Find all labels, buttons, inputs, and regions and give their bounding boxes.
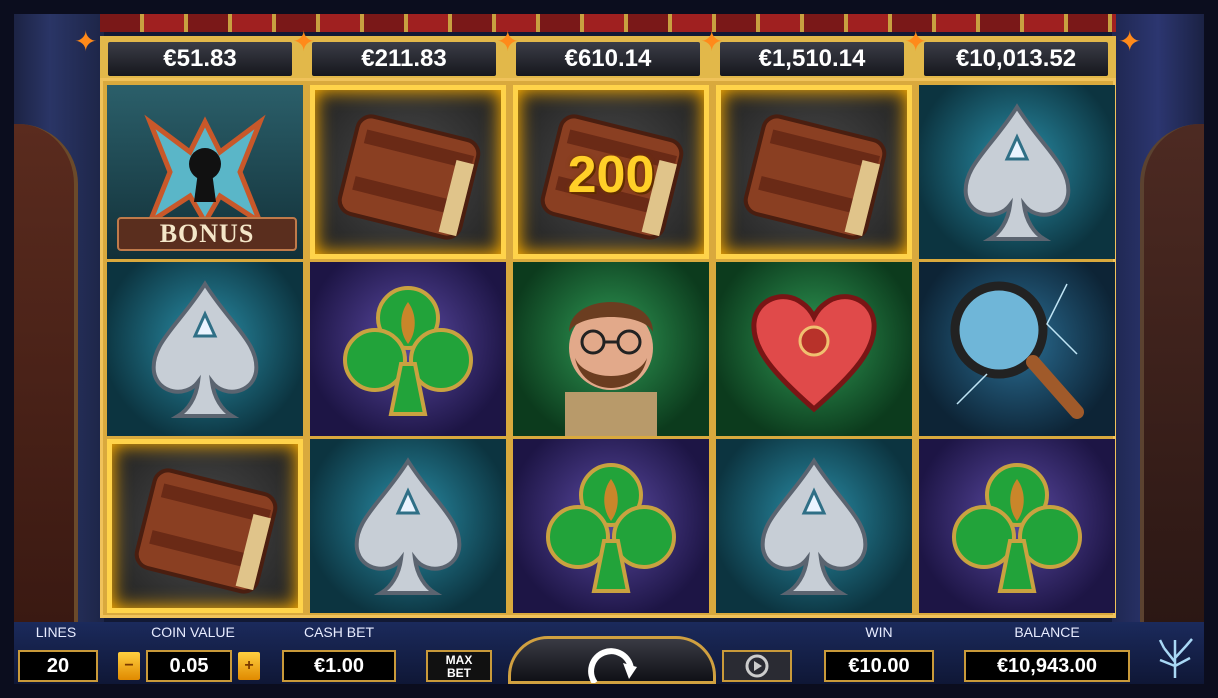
book-symbol-icon [716,85,912,259]
lines-value[interactable]: 20 [18,650,98,682]
coin-value-label: COIN VALUE [151,624,235,640]
background-right-door [1112,14,1204,624]
spade-symbol-icon [107,262,303,436]
reel-cell-2-3 [310,439,506,613]
book-symbol-icon [310,85,506,259]
reel-cell-1-1: BONUS [107,85,303,259]
club-symbol-icon [919,439,1115,613]
coin-decrease-button[interactable]: − [118,652,140,680]
cash-bet-value: €1.00 [282,650,396,682]
control-bar: LINES 20 COIN VALUE − 0.05 + CASH BET €1… [14,622,1204,684]
top-decor-band [100,14,1116,32]
bonus-label: BONUS [117,217,297,251]
autoplay-icon [745,654,769,678]
magnifier-symbol-icon [919,262,1115,436]
heart-symbol-icon [716,262,912,436]
reel-cell-1-3 [107,439,303,613]
progressive-prize-row: €51.83 €211.83 €610.14 €1,510.14 €10,013… [100,36,1116,82]
reel-cell-2-1 [310,85,506,259]
reel-cell-4-3 [716,439,912,613]
balance-label: BALANCE [1014,624,1080,640]
reel-grid: BONUS 200 [100,78,1116,618]
book-symbol-icon [107,439,303,613]
spade-symbol-icon [310,439,506,613]
background-left-door [14,14,104,624]
reel-cell-3-3 [513,439,709,613]
reel-cell-4-2 [716,262,912,436]
win-value: €10.00 [824,650,934,682]
max-bet-button[interactable]: MAX BET [426,650,492,682]
club-symbol-icon [513,439,709,613]
reel-cell-5-2 [919,262,1115,436]
reel-cell-5-3 [919,439,1115,613]
prize-display-4: €1,510.14 [720,42,904,76]
lines-label: LINES [35,624,77,640]
reel-cell-3-1: 200 [513,85,709,259]
tree-logo-icon[interactable] [1152,636,1198,680]
reel-cell-3-2 [513,262,709,436]
spade-symbol-icon [919,85,1115,259]
win-amount-overlay: 200 [567,146,655,204]
reel-cell-5-1 [919,85,1115,259]
coin-value-display: 0.05 [146,650,232,682]
reel-cell-4-1 [716,85,912,259]
reel-cell-2-2 [310,262,506,436]
max-bet-label-bottom: BET [447,666,471,680]
win-label: WIN [865,624,893,640]
coin-increase-button[interactable]: + [238,652,260,680]
reel-cell-1-2 [107,262,303,436]
club-symbol-icon [310,262,506,436]
autoplay-button[interactable] [722,650,792,682]
cash-bet-label: CASH BET [303,624,374,640]
game-frame: €51.83 €211.83 €610.14 €1,510.14 €10,013… [14,14,1204,684]
spade-symbol-icon [716,439,912,613]
spin-arrow-icon [588,648,637,684]
detective-symbol-icon [513,262,709,436]
prize-display-2: €211.83 [312,42,496,76]
prize-display-3: €610.14 [516,42,700,76]
prize-display-5: €10,013.52 [924,42,1108,76]
spin-button[interactable] [508,636,716,684]
balance-value: €10,943.00 [964,650,1130,682]
prize-display-1: €51.83 [108,42,292,76]
